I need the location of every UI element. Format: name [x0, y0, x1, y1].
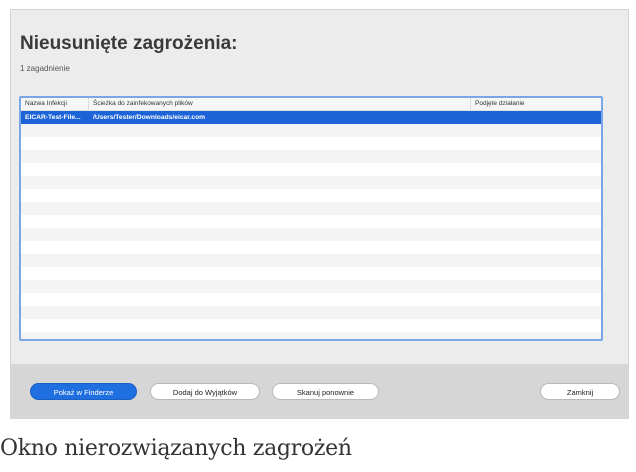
- rescan-button[interactable]: Skanuj ponownie: [272, 383, 379, 400]
- dialog-title: Nieusunięte zagrożenia:: [20, 33, 238, 54]
- column-header-action-taken[interactable]: Podjęte działanie: [471, 98, 601, 110]
- show-in-finder-button[interactable]: Pokaż w Finderze: [30, 383, 137, 400]
- threats-table[interactable]: Nazwa Infekcji Ścieżka do zainfekowanych…: [19, 96, 603, 341]
- infected-path-cell: /Users/Tester/Downloads/eicar.com: [93, 114, 206, 121]
- empty-table-row: [21, 306, 601, 319]
- empty-table-row: [21, 189, 601, 202]
- empty-table-row: [21, 254, 601, 267]
- empty-table-row: [21, 228, 601, 241]
- add-to-exceptions-button[interactable]: Dodaj do Wyjątków: [150, 383, 260, 400]
- column-header-infected-path[interactable]: Ścieżka do zainfekowanych plików: [89, 98, 471, 110]
- empty-table-row: [21, 215, 601, 228]
- empty-table-row: [21, 163, 601, 176]
- table-row[interactable]: EICAR-Test-File... /Users/Tester/Downloa…: [21, 111, 601, 124]
- empty-table-row: [21, 267, 601, 280]
- figure-caption: Okno nierozwiązanych zagrożeń: [0, 436, 352, 461]
- empty-table-row: [21, 332, 601, 339]
- empty-table-row: [21, 293, 601, 306]
- empty-table-row: [21, 202, 601, 215]
- issue-count: 1 zagadnienie: [20, 64, 70, 73]
- table-header: Nazwa Infekcji Ścieżka do zainfekowanych…: [21, 98, 601, 111]
- empty-table-row: [21, 124, 601, 137]
- empty-table-row: [21, 137, 601, 150]
- empty-table-row: [21, 319, 601, 332]
- empty-table-row: [21, 280, 601, 293]
- empty-table-row: [21, 241, 601, 254]
- column-header-infection-name[interactable]: Nazwa Infekcji: [21, 98, 89, 110]
- action-taken-cell: [471, 111, 601, 124]
- close-button[interactable]: Zamknij: [540, 383, 620, 400]
- table-body: EICAR-Test-File... /Users/Tester/Downloa…: [21, 111, 601, 339]
- empty-table-row: [21, 150, 601, 163]
- infection-name-cell: EICAR-Test-File...: [25, 114, 81, 121]
- empty-table-row: [21, 176, 601, 189]
